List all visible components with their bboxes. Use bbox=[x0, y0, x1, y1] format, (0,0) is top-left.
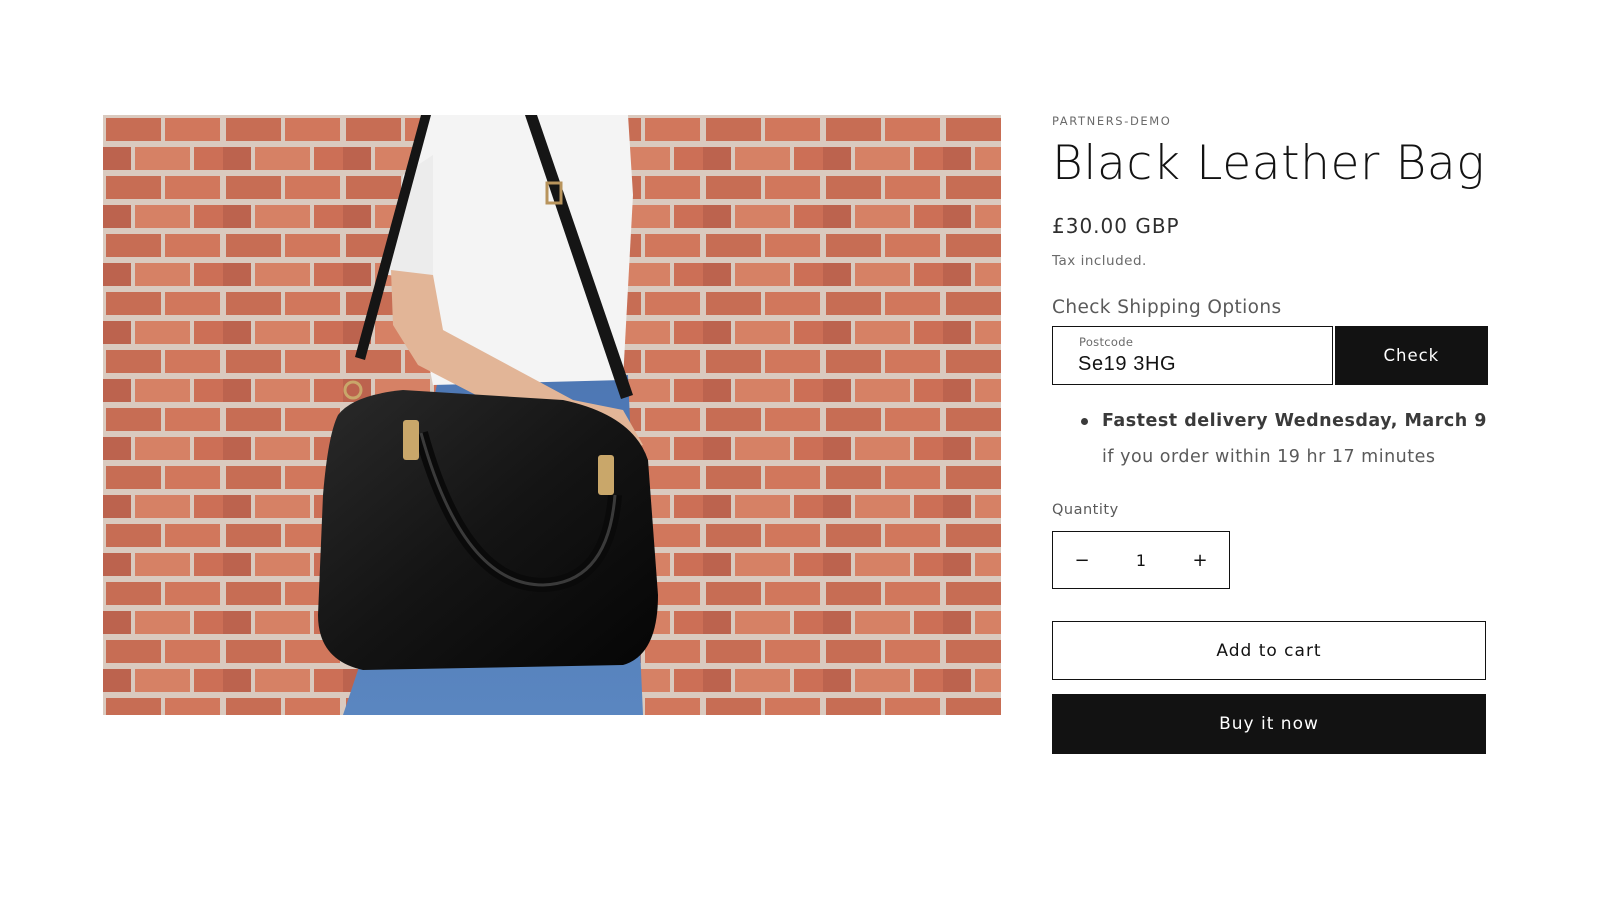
delivery-cutoff: if you order within 19 hr 17 minutes bbox=[1102, 447, 1436, 467]
postcode-field[interactable]: Postcode bbox=[1052, 326, 1333, 385]
postcode-input[interactable] bbox=[1078, 353, 1318, 376]
delivery-estimate: Fastest delivery Wednesday, March 9 if y… bbox=[1081, 403, 1488, 475]
delivery-estimate-list: Fastest delivery Wednesday, March 9 if y… bbox=[1052, 403, 1488, 475]
shipping-heading: Check Shipping Options bbox=[1052, 297, 1282, 318]
product-photo-illustration bbox=[103, 115, 1001, 715]
add-to-cart-button[interactable]: Add to cart bbox=[1052, 621, 1486, 680]
product-price: £30.00 GBP bbox=[1052, 214, 1180, 238]
product-title: Black Leather Bag bbox=[1052, 136, 1486, 191]
product-image[interactable] bbox=[103, 115, 1001, 715]
check-shipping-button[interactable]: Check bbox=[1334, 326, 1488, 385]
increase-quantity-button[interactable]: + bbox=[1171, 532, 1229, 588]
buy-now-button[interactable]: Buy it now bbox=[1052, 694, 1486, 754]
quantity-input[interactable] bbox=[1116, 550, 1166, 570]
quantity-stepper: − + bbox=[1052, 531, 1230, 589]
decrease-quantity-button[interactable]: − bbox=[1053, 532, 1111, 588]
delivery-date: Fastest delivery Wednesday, March 9 bbox=[1102, 411, 1487, 431]
quantity-label: Quantity bbox=[1052, 502, 1119, 518]
tax-note: Tax included. bbox=[1052, 253, 1147, 269]
shipping-check-row: Postcode Check bbox=[1052, 326, 1488, 385]
bullet-icon bbox=[1081, 418, 1088, 425]
product-info: PARTNERS-DEMO Black Leather Bag £30.00 G… bbox=[1052, 114, 1488, 754]
postcode-label: Postcode bbox=[1079, 335, 1134, 349]
product-page: PARTNERS-DEMO Black Leather Bag £30.00 G… bbox=[0, 0, 1600, 900]
vendor-name: PARTNERS-DEMO bbox=[1052, 114, 1172, 128]
